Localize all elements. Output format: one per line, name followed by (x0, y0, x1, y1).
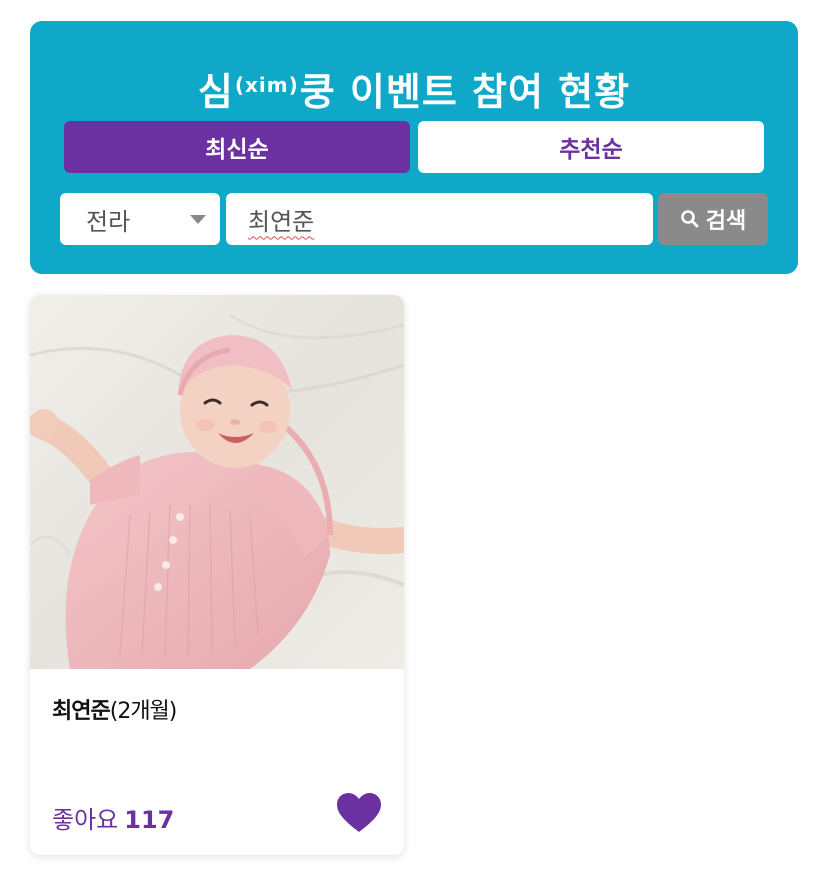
like-label: 좋아요 (52, 806, 119, 834)
heart-icon[interactable] (336, 792, 382, 834)
search-input-value: 최연준 (248, 207, 315, 236)
region-select[interactable]: 전라 (60, 193, 220, 245)
participant-name: 최연준 (52, 699, 111, 724)
baby-photo (30, 295, 404, 669)
title-prefix: 심 (197, 70, 234, 114)
like-count-line: 좋아요 117 (52, 800, 174, 835)
like-count: 117 (124, 806, 175, 834)
tab-latest[interactable]: 최신순 (64, 121, 410, 173)
page-title: 심(xim)쿵 이벤트 참여 현황 (30, 61, 798, 116)
tab-recommended[interactable]: 추천순 (418, 121, 764, 173)
participant-card[interactable]: 최연준(2개월) 좋아요 117 (30, 295, 404, 855)
title-superscript: (xim) (234, 73, 299, 97)
caret-down-icon (190, 215, 206, 224)
search-button[interactable]: 검색 (658, 193, 768, 245)
search-button-label: 검색 (705, 209, 747, 234)
participant-name-line: 최연준(2개월) (52, 693, 178, 725)
participant-age: (2개월) (109, 699, 178, 724)
event-header-panel: 심(xim)쿵 이벤트 참여 현황 최신순 추천순 전라 최연준 검색 (30, 21, 798, 274)
region-select-value: 전라 (86, 207, 131, 236)
search-icon (680, 210, 699, 228)
search-input[interactable]: 최연준 (226, 193, 653, 245)
title-suffix: 쿵 이벤트 참여 현황 (299, 70, 631, 114)
